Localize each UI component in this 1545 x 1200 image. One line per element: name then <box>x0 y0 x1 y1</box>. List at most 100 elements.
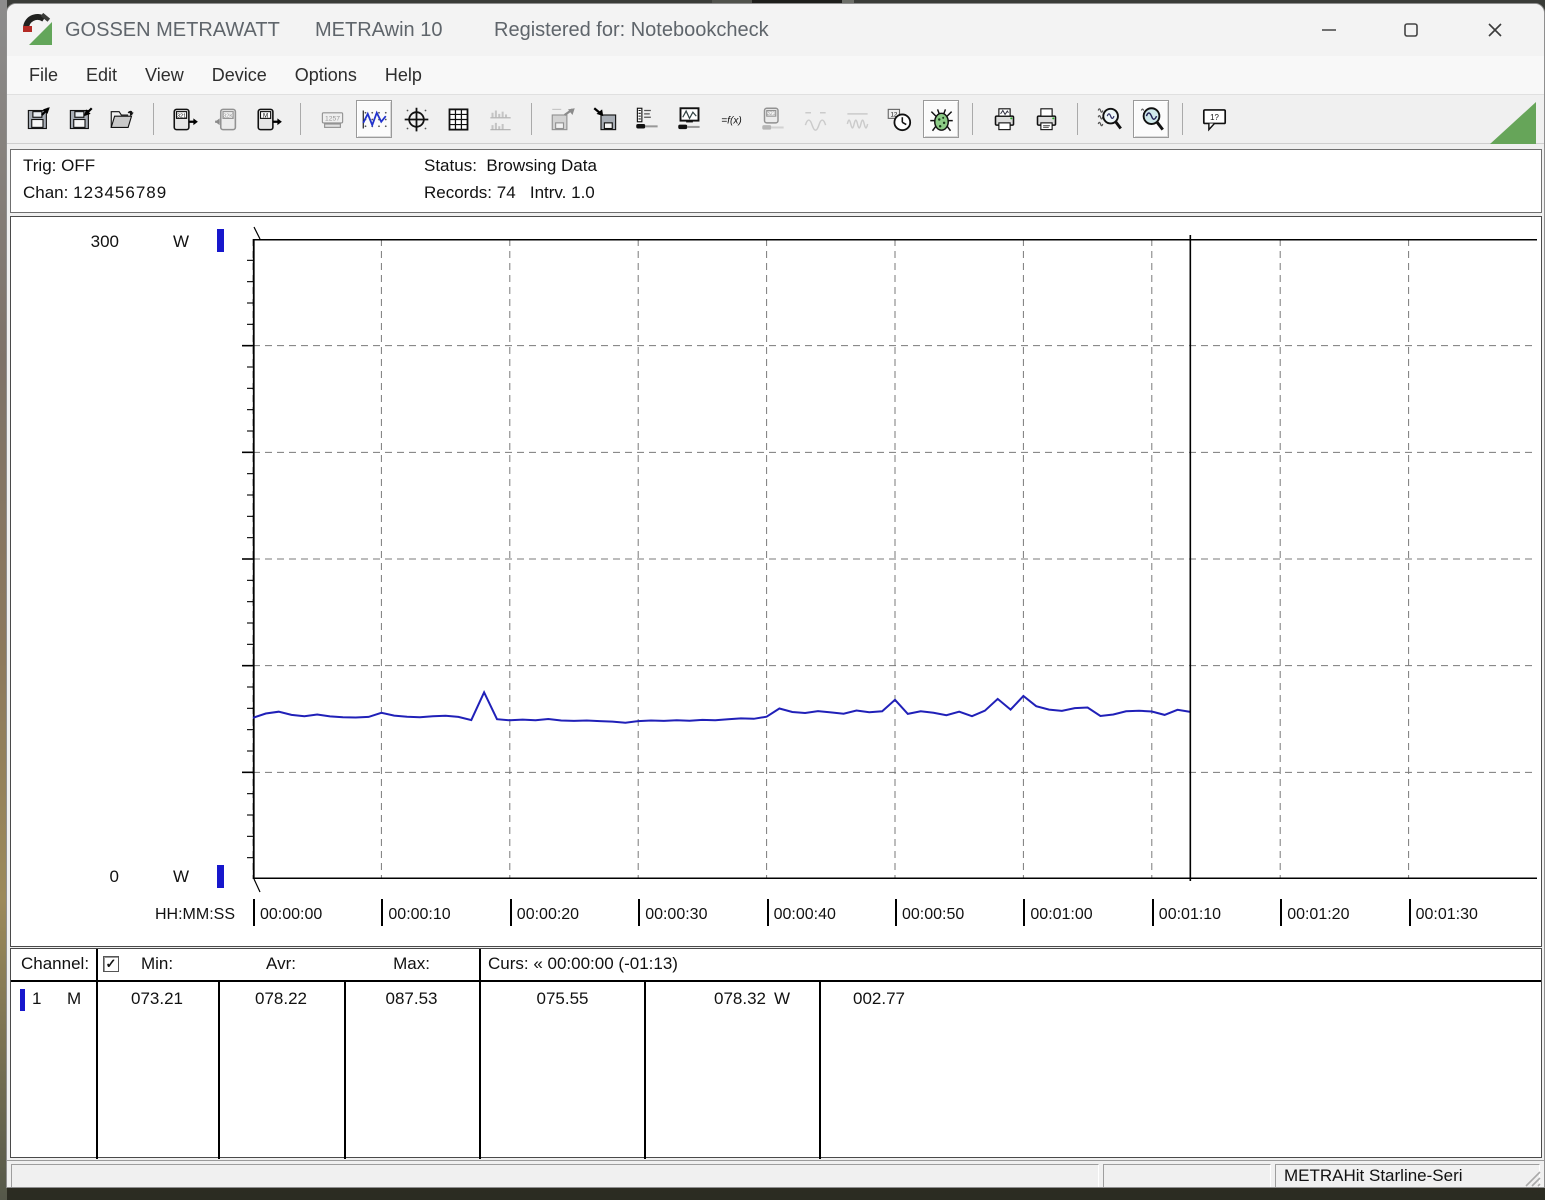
stats-header-avr: Avr: <box>266 954 296 973</box>
bug-icon <box>929 108 953 131</box>
open-file-button[interactable] <box>104 100 140 138</box>
y-axis-unit-top: W <box>173 232 190 251</box>
stats-header-channel: Channel: <box>21 954 90 973</box>
x-tick-label: 00:00:40 <box>773 906 836 923</box>
channel-row-color-marker <box>20 989 25 1011</box>
x-tick-label: 00:01:30 <box>1415 906 1478 923</box>
status-segment-2 <box>1103 1164 1271 1187</box>
numeric-display-button[interactable]: 1257 <box>314 100 350 138</box>
analog-wave-button[interactable] <box>797 100 833 138</box>
formula-button[interactable]: =f(x) <box>713 100 749 138</box>
app-title: METRAwin 10 <box>315 19 443 41</box>
x-tick-mark <box>509 899 512 926</box>
trigger-value: OFF <box>61 156 96 175</box>
menu-item-options[interactable]: Options <box>281 60 371 91</box>
menu-item-file[interactable]: File <box>15 60 72 91</box>
zoom-out-button[interactable] <box>1091 100 1127 138</box>
menu-item-help[interactable]: Help <box>371 60 436 91</box>
records-value: 74 <box>496 183 516 202</box>
minimize-button[interactable] <box>1303 10 1355 50</box>
histogram-view-button[interactable] <box>482 100 518 138</box>
toolbar-separator <box>153 103 154 135</box>
plot-area[interactable] <box>242 226 1537 893</box>
x-tick-label: 00:01:20 <box>1287 906 1350 923</box>
data-table-icon <box>448 107 468 131</box>
registration-text: Registered for: Notebookcheck <box>494 19 769 41</box>
maximize-button[interactable] <box>1385 10 1437 50</box>
cursor1-value: 075.55 <box>536 989 589 1008</box>
digital-wave-button[interactable] <box>839 100 875 138</box>
floppy-save-as-icon <box>69 106 93 129</box>
svg-text:=f(x): =f(x) <box>721 115 742 126</box>
magnifier-waves-icon <box>1097 107 1122 129</box>
xy-view-button[interactable] <box>398 100 434 138</box>
save-button[interactable] <box>20 100 56 138</box>
y-axis-min-label: 0 <box>109 867 119 886</box>
toolbar-corner-triangle <box>1490 102 1536 149</box>
read-memory-button[interactable]: M <box>251 100 287 138</box>
save-as-button[interactable] <box>62 100 98 138</box>
resize-grip[interactable] <box>1523 1169 1541 1187</box>
display-setup-button[interactable] <box>671 100 707 138</box>
zoom-in-button[interactable] <box>1133 100 1169 138</box>
read-device-button[interactable]: 321 <box>167 100 203 138</box>
function-fx-icon: =f(x) <box>721 115 742 126</box>
channel-number: 1 <box>32 989 42 1008</box>
device-m-out-icon: M <box>256 108 282 130</box>
menu-item-device[interactable]: Device <box>198 60 281 91</box>
send-device-button[interactable]: 32K <box>209 100 245 138</box>
floppy-import-icon <box>593 106 616 130</box>
toolbar-separator <box>531 103 532 135</box>
menu-item-edit[interactable]: Edit <box>72 60 131 91</box>
status-bar: METRAHit Starline-Seri <box>7 1160 1544 1187</box>
export-data-button[interactable] <box>545 100 581 138</box>
x-tick-label: 00:01:10 <box>1158 906 1222 923</box>
value-tooltip-button[interactable]: 1? <box>1196 100 1232 138</box>
time-setup-button[interactable]: 12 <box>881 100 917 138</box>
folder-open-icon <box>109 110 134 128</box>
x-tick-label: 00:00:00 <box>260 906 323 923</box>
brand-name: GOSSEN METRAWATT <box>65 19 280 41</box>
x-tick-mark <box>253 899 255 926</box>
interval-value: 1.0 <box>571 183 595 202</box>
x-tick-mark <box>1023 899 1026 926</box>
channels-label: Chan: <box>23 183 69 202</box>
stat-min-value: 073.21 <box>131 989 183 1008</box>
stat-max-value: 087.53 <box>385 989 438 1008</box>
x-tick-mark <box>895 899 897 926</box>
table-view-button[interactable] <box>440 100 476 138</box>
x-tick-label: 00:01:00 <box>1030 906 1093 923</box>
x-tick-label: 00:00:10 <box>388 906 451 923</box>
svg-text:1257: 1257 <box>324 115 339 122</box>
import-data-button[interactable] <box>587 100 623 138</box>
axis-break-mark <box>253 878 261 893</box>
svg-text:1?: 1? <box>1210 113 1219 122</box>
x-tick-label: 00:00:50 <box>902 906 965 923</box>
close-button[interactable] <box>1469 10 1521 50</box>
device-321-tool-icon: 321 <box>761 107 784 130</box>
statistics-panel: Channel: ✓ Min: Avr: Max: Curs: « 00:00:… <box>10 948 1542 1159</box>
y-axis-unit-bottom: W <box>173 867 190 886</box>
svg-text:32K: 32K <box>223 113 233 119</box>
debug-button[interactable] <box>923 100 959 138</box>
stat-avr-value: 078.22 <box>255 989 307 1008</box>
device-setup-button[interactable]: 321 <box>755 100 791 138</box>
device-32k-in-icon: 32K <box>214 108 236 130</box>
x-axis-format-label: HH:MM:SS <box>155 906 235 923</box>
print-button[interactable] <box>1028 100 1064 138</box>
wave-single-icon <box>804 111 826 131</box>
print-preview-button[interactable] <box>986 100 1022 138</box>
x-axis-ticks: HH:MM:SS 00:00:00 00:00:10 00:00:20 00:00:3… <box>11 899 1541 939</box>
channels-value: 123456789 <box>73 183 168 202</box>
printer-chart-icon <box>994 107 1014 130</box>
status-value: Browsing Data <box>486 156 597 175</box>
channel-setup-button[interactable] <box>629 100 665 138</box>
printer-icon <box>1036 107 1056 130</box>
line-chart-view-button[interactable] <box>356 100 392 138</box>
x-tick-mark <box>381 899 384 926</box>
display-1257-icon: 1257 <box>321 111 343 128</box>
channel-mode: M <box>67 989 82 1008</box>
menu-item-view[interactable]: View <box>131 60 198 91</box>
y-axis-max-label: 300 <box>90 232 119 251</box>
floppy-save-icon <box>27 106 50 129</box>
